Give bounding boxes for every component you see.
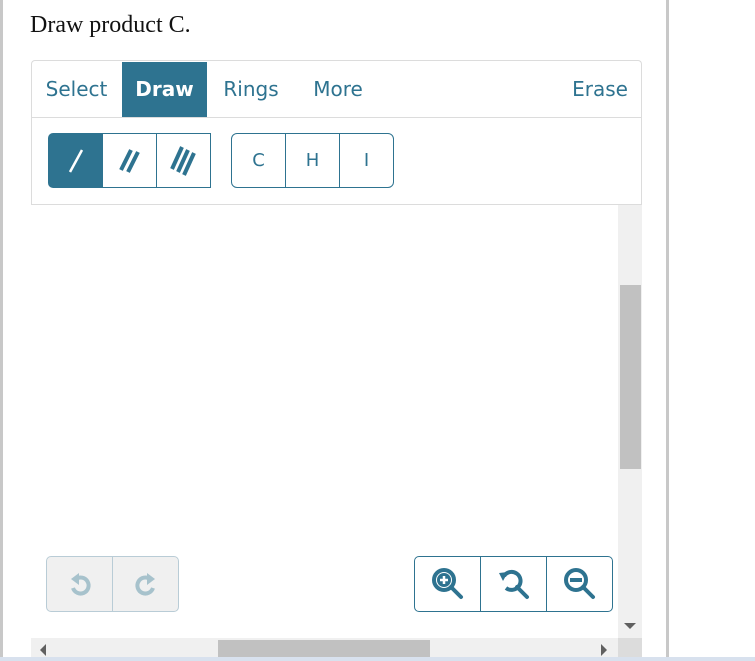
horizontal-scroll-thumb[interactable] bbox=[218, 640, 430, 657]
undo-icon bbox=[70, 573, 91, 596]
atom-group: C H I bbox=[231, 133, 394, 188]
right-border bbox=[666, 0, 669, 661]
atom-button-i[interactable]: I bbox=[339, 133, 394, 188]
triple-bond-icon bbox=[169, 145, 196, 176]
single-bond-button[interactable] bbox=[48, 133, 103, 188]
redo-icon bbox=[134, 573, 155, 596]
redo-button[interactable] bbox=[112, 556, 179, 612]
tab-select[interactable]: Select bbox=[32, 62, 121, 117]
tab-rings[interactable]: Rings bbox=[212, 62, 290, 117]
undo-button[interactable] bbox=[46, 556, 113, 612]
question-prompt: Draw product C. bbox=[30, 12, 191, 38]
vertical-scroll-thumb[interactable] bbox=[620, 285, 641, 469]
double-bond-button[interactable] bbox=[102, 133, 157, 188]
zoom-in-button[interactable] bbox=[414, 556, 481, 612]
vertical-scrollbar[interactable] bbox=[618, 205, 642, 638]
atom-button-h[interactable]: H bbox=[285, 133, 340, 188]
double-bond-icon bbox=[118, 148, 140, 173]
zoom-reset-icon bbox=[498, 569, 529, 599]
bottom-divider bbox=[0, 657, 755, 661]
tab-draw[interactable]: Draw bbox=[122, 62, 207, 117]
history-group bbox=[46, 556, 179, 612]
tab-more[interactable]: More bbox=[300, 62, 376, 117]
bond-type-group bbox=[48, 133, 211, 188]
zoom-in-icon bbox=[431, 568, 463, 599]
zoom-controls bbox=[414, 556, 613, 612]
erase-button[interactable]: Erase bbox=[560, 62, 640, 117]
horizontal-scrollbar[interactable] bbox=[31, 638, 618, 657]
editor-toolbar: Select Draw Rings More Erase bbox=[31, 60, 642, 117]
left-border bbox=[0, 0, 3, 661]
zoom-out-icon bbox=[563, 568, 595, 599]
zoom-reset-button[interactable] bbox=[480, 556, 547, 612]
zoom-out-button[interactable] bbox=[546, 556, 613, 612]
triple-bond-button[interactable] bbox=[156, 133, 211, 188]
scroll-down-arrow-icon[interactable] bbox=[624, 623, 636, 629]
atom-button-c[interactable]: C bbox=[231, 133, 286, 188]
single-bond-icon bbox=[68, 148, 83, 173]
scrollbar-corner bbox=[618, 638, 642, 657]
scroll-right-arrow-icon[interactable] bbox=[601, 644, 607, 656]
scroll-left-arrow-icon[interactable] bbox=[40, 644, 46, 656]
